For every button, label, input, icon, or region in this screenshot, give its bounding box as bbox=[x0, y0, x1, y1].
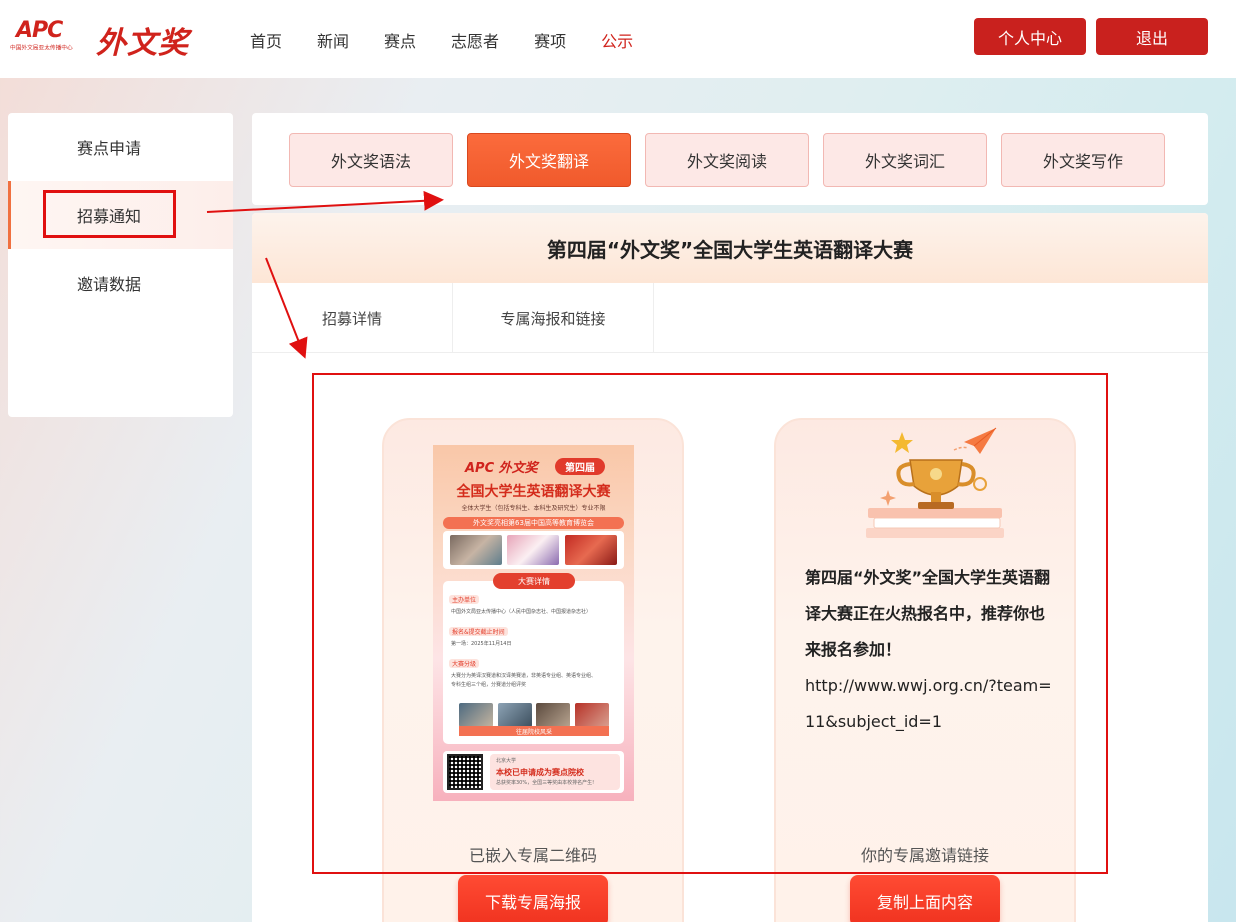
tab-translation[interactable]: 外文奖翻译 bbox=[467, 133, 631, 187]
sidebar-item-invite-data[interactable]: 邀请数据 bbox=[8, 249, 233, 317]
nav-events[interactable]: 赛项 bbox=[534, 28, 566, 52]
nav-venues[interactable]: 赛点 bbox=[384, 28, 416, 52]
profile-button[interactable]: 个人中心 bbox=[974, 18, 1086, 55]
tab-reading[interactable]: 外文奖阅读 bbox=[645, 133, 809, 187]
brand-logo[interactable]: 外文奖 bbox=[96, 18, 189, 62]
apc-logo-text: APC bbox=[16, 18, 63, 43]
tab-poster-and-link[interactable]: 专属海报和链接 bbox=[453, 283, 654, 353]
tab-grammar[interactable]: 外文奖语法 bbox=[289, 133, 453, 187]
annotation-highlight-sidebar bbox=[43, 190, 176, 238]
annotation-highlight-content bbox=[312, 373, 1108, 874]
sidebar-item-label: 邀请数据 bbox=[77, 275, 142, 294]
apc-logo-subtitle: 中国外文局亚太传播中心 bbox=[10, 44, 73, 52]
sub-tabs: 招募详情 专属海报和链接 bbox=[252, 283, 1208, 353]
download-poster-button[interactable]: 下载专属海报 bbox=[458, 875, 608, 922]
apc-logo[interactable]: APC 中国外文局亚太传播中心 bbox=[10, 18, 88, 58]
tab-vocabulary[interactable]: 外文奖词汇 bbox=[823, 133, 987, 187]
nav-announcements[interactable]: 公示 bbox=[601, 28, 633, 52]
tab-recruitment-details[interactable]: 招募详情 bbox=[252, 283, 453, 353]
sidebar-item-venue-application[interactable]: 赛点申请 bbox=[8, 113, 233, 181]
sidebar: 赛点申请 招募通知 邀请数据 bbox=[8, 113, 233, 417]
nav-news[interactable]: 新闻 bbox=[317, 28, 349, 52]
copy-content-button[interactable]: 复制上面内容 bbox=[850, 875, 1000, 922]
page-title: 第四届“外文奖”全国大学生英语翻译大赛 bbox=[252, 213, 1208, 283]
top-header: APC 中国外文局亚太传播中心 外文奖 首页 新闻 赛点 志愿者 赛项 公示 个… bbox=[0, 0, 1236, 78]
main-nav: 首页 新闻 赛点 志愿者 赛项 公示 bbox=[250, 28, 668, 52]
tab-writing[interactable]: 外文奖写作 bbox=[1001, 133, 1165, 187]
nav-volunteers[interactable]: 志愿者 bbox=[451, 28, 499, 52]
nav-home[interactable]: 首页 bbox=[250, 28, 282, 52]
sidebar-item-label: 赛点申请 bbox=[77, 139, 142, 158]
subject-tabs-card: 外文奖语法 外文奖翻译 外文奖阅读 外文奖词汇 外文奖写作 bbox=[252, 113, 1208, 205]
logout-button[interactable]: 退出 bbox=[1096, 18, 1208, 55]
